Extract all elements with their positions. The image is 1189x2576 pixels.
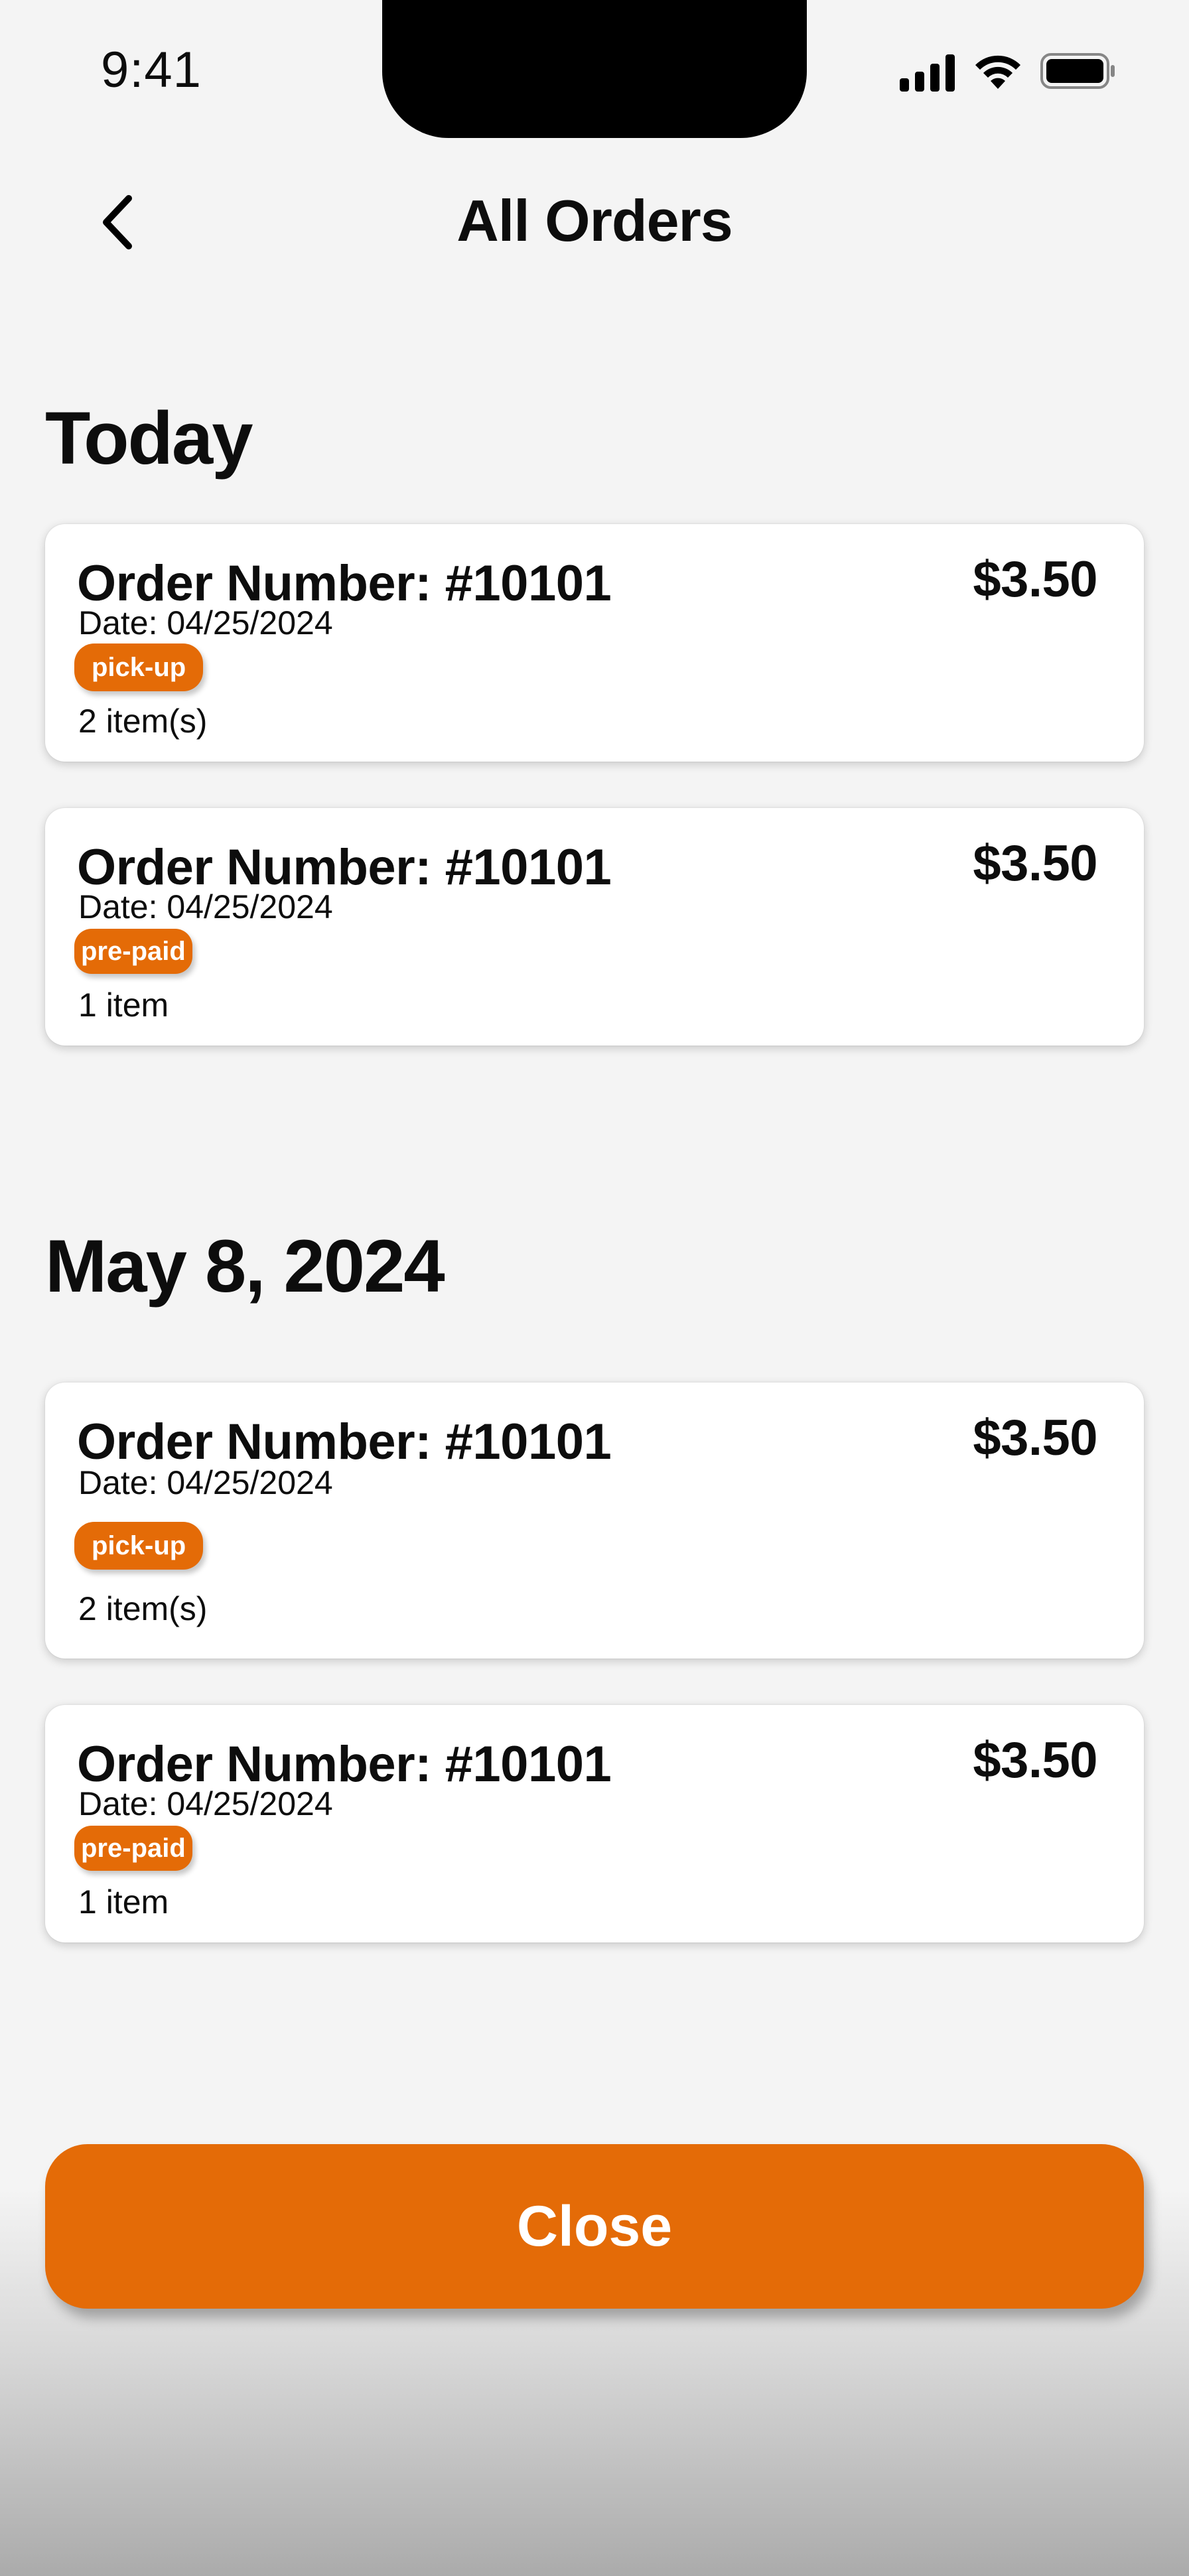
order-date: Date: 04/25/2024 xyxy=(78,1464,333,1501)
order-date: Date: 04/25/2024 xyxy=(78,888,333,925)
order-card[interactable]: Order Number: #10101 $3.50 Date: 04/25/2… xyxy=(45,808,1144,1046)
order-number: Order Number: #10101 xyxy=(77,1414,612,1470)
order-date: Date: 04/25/2024 xyxy=(78,1785,333,1822)
orders-screen: 9:41 All Orders Today Order Number: #101… xyxy=(0,0,1189,2576)
status-time: 9:41 xyxy=(101,42,202,98)
order-price: $3.50 xyxy=(973,551,1097,608)
order-type-badge: pre-paid xyxy=(74,1826,192,1871)
device-notch xyxy=(382,0,807,138)
order-item-count: 2 item(s) xyxy=(78,1590,208,1627)
order-card[interactable]: Order Number: #10101 $3.50 Date: 04/25/2… xyxy=(45,1705,1144,1942)
signal-icon xyxy=(900,54,955,92)
order-date: Date: 04/25/2024 xyxy=(78,604,333,642)
order-price: $3.50 xyxy=(973,1410,1097,1466)
battery-icon xyxy=(1040,53,1115,89)
order-item-count: 1 item xyxy=(78,986,169,1024)
order-price: $3.50 xyxy=(973,1732,1097,1789)
status-bar: 9:41 xyxy=(0,0,1189,139)
order-card[interactable]: Order Number: #10101 $3.50 Date: 04/25/2… xyxy=(45,524,1144,762)
section-heading-may-8-2024: May 8, 2024 xyxy=(45,1225,445,1308)
order-price: $3.50 xyxy=(973,835,1097,892)
close-button[interactable]: Close xyxy=(45,2144,1144,2309)
order-type-badge: pick-up xyxy=(74,1522,204,1570)
order-item-count: 1 item xyxy=(78,1883,169,1921)
order-type-badge: pick-up xyxy=(74,644,204,691)
wifi-icon xyxy=(975,55,1020,89)
section-heading-today: Today xyxy=(45,397,253,480)
order-item-count: 2 item(s) xyxy=(78,703,208,740)
order-card[interactable]: Order Number: #10101 $3.50 Date: 04/25/2… xyxy=(45,1383,1144,1659)
page-title: All Orders xyxy=(456,188,733,253)
order-type-badge: pre-paid xyxy=(74,929,192,974)
